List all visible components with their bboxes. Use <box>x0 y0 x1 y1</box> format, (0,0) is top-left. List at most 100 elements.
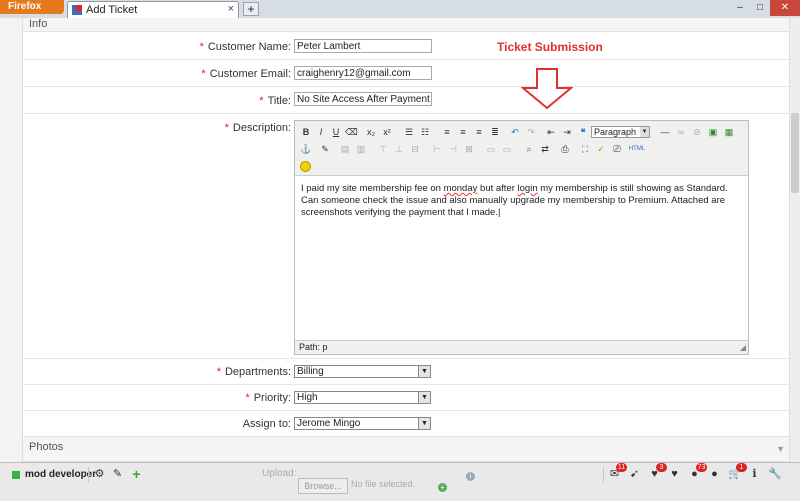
edit-icon[interactable]: ✎ <box>111 468 124 481</box>
customer-email-input[interactable]: craighenry12@gmail.com <box>294 66 432 80</box>
profile-icon[interactable]: ● <box>708 468 721 481</box>
image-icon[interactable]: ▣ <box>707 126 719 138</box>
editor-path: Path: p <box>295 340 748 354</box>
description-content[interactable]: I paid my site membership fee on monday … <box>301 183 741 219</box>
chevron-down-icon: ▼ <box>418 418 430 429</box>
bold-icon[interactable]: B <box>300 126 312 138</box>
required-mark: * <box>201 68 206 80</box>
insert-image-icon[interactable]: ⎚ <box>611 143 623 155</box>
subscript-icon[interactable]: x₂ <box>365 126 377 138</box>
customer-name-label: * Customer Name: <box>199 41 291 53</box>
link-icon[interactable]: ∞ <box>675 126 687 138</box>
page-scrollbar[interactable] <box>789 18 800 462</box>
required-mark: * <box>245 392 250 404</box>
align-right-icon[interactable]: ≡ <box>473 126 485 138</box>
cart-icon[interactable]: 🛒 1 <box>728 463 747 481</box>
format-select-value: Paragraph <box>594 127 637 137</box>
priority-row: * Priority: High ▼ <box>23 384 791 411</box>
clear-format-icon[interactable]: ⌫ <box>345 126 358 138</box>
align-justify-icon[interactable]: ≣ <box>489 126 501 138</box>
row-before-icon[interactable]: ⊤ <box>377 143 389 155</box>
window-controls: – □ ✕ <box>730 0 800 16</box>
print-icon[interactable]: ⎙ <box>559 143 571 155</box>
new-tab-button[interactable]: + <box>243 2 259 16</box>
firefox-menu-button[interactable]: Firefox <box>0 0 64 14</box>
align-left-icon[interactable]: ≡ <box>441 126 453 138</box>
superscript-icon[interactable]: x² <box>381 126 393 138</box>
edit-icon[interactable]: ✎ <box>319 143 331 155</box>
favorites-icon[interactable]: ♥ 3 <box>648 463 667 481</box>
twitter-icon[interactable]: ➹ <box>628 468 641 481</box>
col-after-icon[interactable]: ⊣ <box>447 143 459 155</box>
divider <box>603 467 604 483</box>
align-center-icon[interactable]: ≡ <box>457 126 469 138</box>
col-before-icon[interactable]: ⊢ <box>431 143 443 155</box>
customer-name-row: * Customer Name: Peter Lambert <box>23 32 791 60</box>
photos-section-header[interactable]: Photos ▼ <box>23 436 791 462</box>
redo-icon[interactable]: ↷ <box>525 126 537 138</box>
mod-status-icon <box>12 471 20 479</box>
horizontal-rule-icon[interactable]: — <box>659 126 671 138</box>
info-section-header[interactable]: Info <box>23 18 791 32</box>
chevron-down-icon: ▼ <box>640 127 649 137</box>
tab-close-icon[interactable]: × <box>228 3 234 15</box>
emoticon-icon[interactable] <box>300 161 311 172</box>
underline-icon[interactable]: U <box>330 126 342 138</box>
priority-select[interactable]: High ▼ <box>294 391 431 404</box>
minimize-icon[interactable]: – <box>730 0 750 16</box>
delete-col-icon[interactable]: ⊠ <box>463 143 475 155</box>
row-after-icon[interactable]: ⊥ <box>393 143 405 155</box>
add-icon[interactable]: + <box>130 467 143 481</box>
gear-icon[interactable]: ⚙ <box>93 468 106 481</box>
find-icon[interactable]: ⌕ <box>523 143 535 155</box>
table-props-icon[interactable]: ▥ <box>355 143 367 155</box>
chevron-down-icon[interactable]: ▼ <box>776 439 785 459</box>
blockquote-icon[interactable]: ❝ <box>577 126 589 138</box>
messages-icon[interactable]: ✉ 11 <box>608 463 627 481</box>
table-icon[interactable]: ▤ <box>339 143 351 155</box>
resize-handle-icon[interactable]: ◢ <box>740 343 746 352</box>
numbered-list-icon[interactable]: ☷ <box>419 126 431 138</box>
outdent-icon[interactable]: ⇤ <box>545 126 557 138</box>
fullscreen-icon[interactable]: ⛶ <box>579 143 591 155</box>
customer-name-input[interactable]: Peter Lambert <box>294 39 432 53</box>
media-icon[interactable]: ▦ <box>723 126 735 138</box>
likes-icon[interactable]: ♥ <box>668 468 681 481</box>
misspelled-word: login <box>517 183 538 194</box>
mod-developer-label[interactable]: mod developer <box>25 469 96 480</box>
wrench-icon[interactable]: 🔧 <box>768 468 782 481</box>
customer-email-row: * Customer Email: craighenry12@gmail.com <box>23 59 791 87</box>
split-cells-icon[interactable]: ▭ <box>485 143 497 155</box>
replace-icon[interactable]: ⇄ <box>539 143 551 155</box>
tab-add-ticket[interactable]: Add Ticket × <box>67 1 239 18</box>
merge-cells-icon[interactable]: ▭ <box>501 143 513 155</box>
misspelled-word: monday <box>443 183 478 194</box>
browse-button[interactable]: Browse... <box>298 478 348 494</box>
unlink-icon[interactable]: ⊘ <box>691 126 703 138</box>
assign-to-select[interactable]: Jerome Mingo ▼ <box>294 417 431 430</box>
assign-to-label: Assign to: <box>242 418 291 430</box>
add-photo-icon[interactable]: + <box>438 483 447 492</box>
delete-row-icon[interactable]: ⊟ <box>409 143 421 155</box>
maximize-icon[interactable]: □ <box>750 0 770 16</box>
description-editor[interactable]: B I U ⌫ x₂ x² ☰ ☷ ≡ ≡ ≡ ≣ ↶ ↷ ⇤ ⇥ ❝ Para… <box>294 120 749 355</box>
italic-icon[interactable]: I <box>315 126 327 138</box>
departments-select[interactable]: Billing ▼ <box>294 365 431 378</box>
cleanup-icon[interactable]: ✓ <box>595 143 607 155</box>
indent-icon[interactable]: ⇥ <box>561 126 573 138</box>
html-source-icon[interactable]: HTML <box>627 143 647 155</box>
messages-badge: 11 <box>616 463 627 472</box>
required-mark: * <box>216 366 221 378</box>
scrollbar-thumb[interactable] <box>791 113 799 193</box>
anchor-icon[interactable]: ⚓ <box>300 143 312 155</box>
format-select[interactable]: Paragraph ▼ <box>591 126 650 138</box>
close-window-icon[interactable]: ✕ <box>770 0 800 16</box>
assign-to-row: Assign to: Jerome Mingo ▼ <box>23 410 791 436</box>
users-icon[interactable]: ● 73 <box>688 463 707 481</box>
upload-label: Upload: <box>262 468 297 479</box>
down-arrow-icon <box>521 68 573 110</box>
info-circle-icon[interactable]: ℹ <box>748 468 761 481</box>
title-input[interactable]: No Site Access After Payment <box>294 92 432 106</box>
bullet-list-icon[interactable]: ☰ <box>403 126 415 138</box>
undo-icon[interactable]: ↶ <box>509 126 521 138</box>
